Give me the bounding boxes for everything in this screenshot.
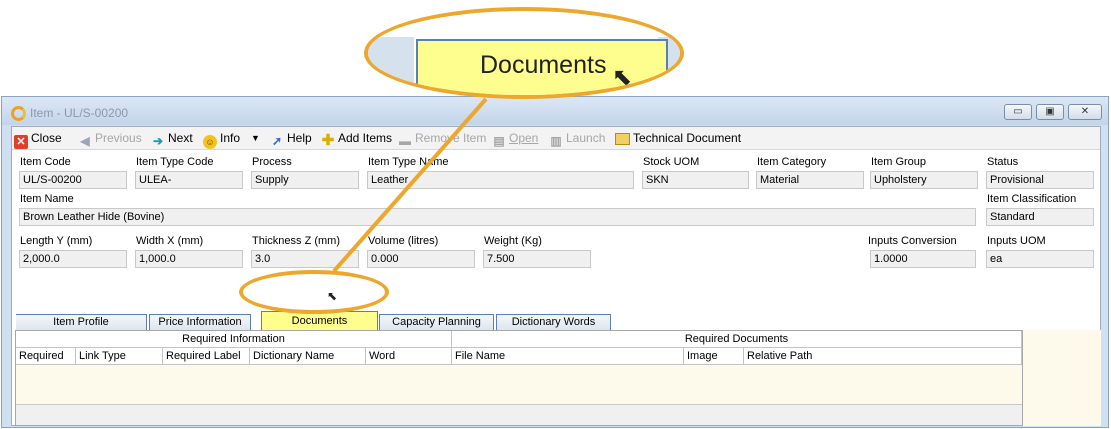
highlight-ring — [239, 270, 389, 314]
mouse-cursor-icon: ⬉ — [327, 289, 338, 303]
zoom-lens: Documents ⬉ — [364, 7, 684, 99]
zoom-documents-label: Documents — [480, 51, 607, 79]
callout-line — [332, 97, 488, 273]
zoom-neighbor-tab-left — [368, 37, 414, 95]
zoom-cursor-icon: ⬉ — [612, 64, 633, 91]
zoom-content: Documents ⬉ — [368, 11, 680, 95]
